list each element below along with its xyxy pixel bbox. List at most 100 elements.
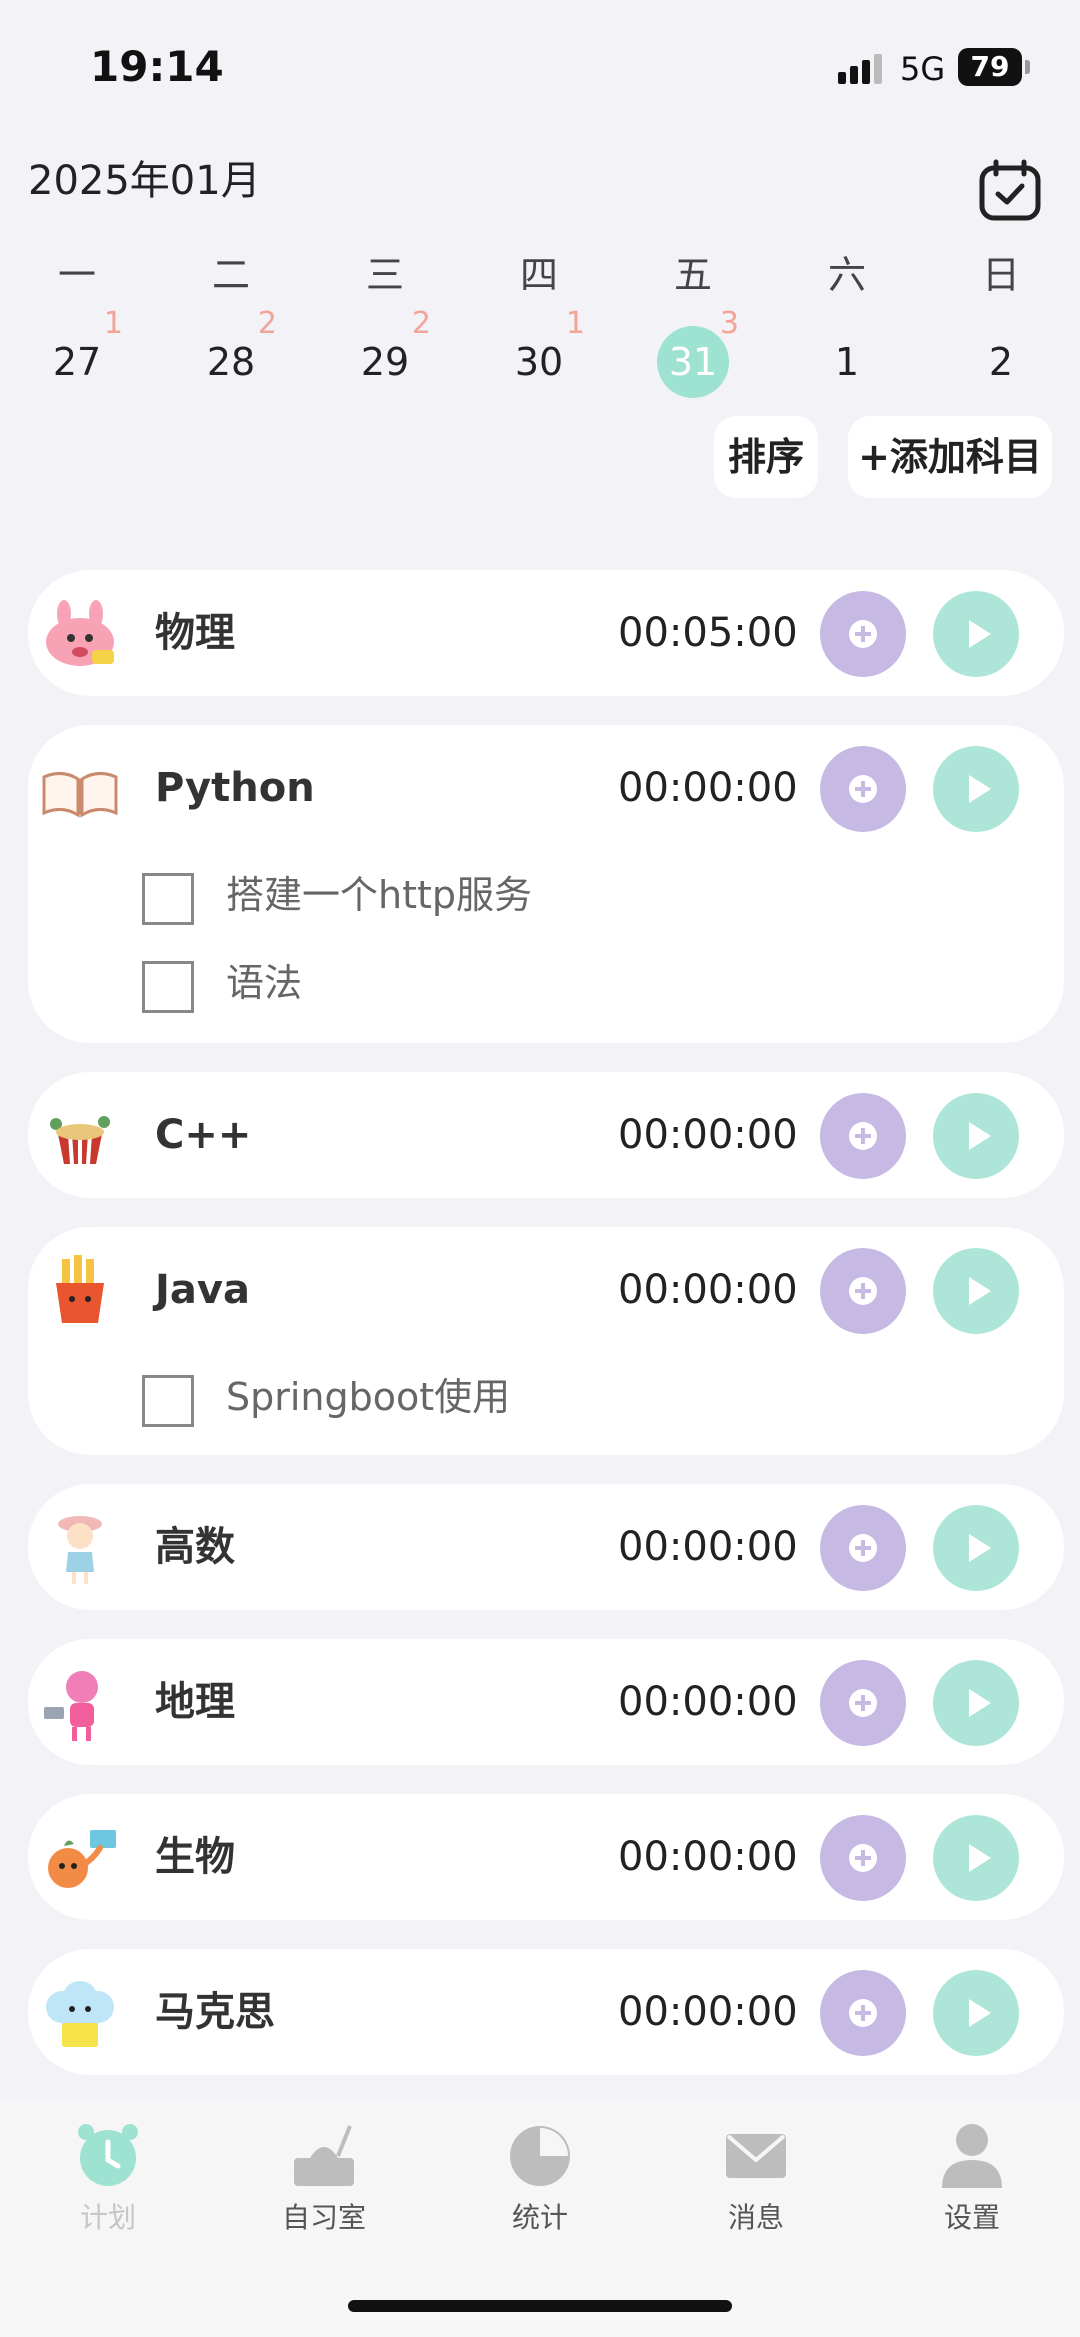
add-task-button[interactable] — [820, 591, 906, 677]
sort-button[interactable]: 排序 — [714, 416, 818, 498]
subject-card[interactable]: 马克思 00:00:00 — [28, 1949, 1064, 2075]
subject-card[interactable]: Java 00:00:00 Springboot使用 — [28, 1227, 1064, 1455]
status-bar: 19:14 5G 79 — [0, 0, 1080, 130]
weekday-label: 日 — [981, 253, 1020, 297]
weekday-label: 三 — [365, 253, 404, 297]
open-book-icon — [38, 753, 122, 829]
home-indicator — [348, 2300, 732, 2312]
date-number: 27 — [52, 340, 102, 384]
month-title[interactable]: 2025年01月 — [28, 148, 261, 206]
person-icon — [942, 2124, 1002, 2188]
desk-icon — [294, 2125, 354, 2186]
add-subject-button[interactable]: +添加科目 — [848, 416, 1052, 498]
subject-name: 马克思 — [155, 1989, 275, 2035]
task-text: 搭建一个http服务 — [226, 873, 533, 917]
nav-item-study-room[interactable]: 自习室 — [264, 2120, 384, 2236]
nav-label: 统计 — [511, 2201, 568, 2234]
task-item[interactable]: 语法 — [28, 939, 1064, 1027]
subject-card[interactable]: C++ 00:00:00 — [28, 1072, 1064, 1198]
play-button[interactable] — [933, 1815, 1019, 1901]
add-task-button[interactable] — [820, 1505, 906, 1591]
date-number: 29 — [360, 340, 410, 384]
weekday-label: 一 — [57, 253, 96, 297]
play-button[interactable] — [933, 1970, 1019, 2056]
play-button[interactable] — [933, 1660, 1019, 1746]
calendar-check-icon[interactable] — [978, 158, 1042, 222]
plus-icon — [849, 1844, 877, 1872]
task-count-badge: 1 — [565, 306, 585, 341]
date-cell[interactable]: 2 — [961, 322, 1041, 402]
play-button[interactable] — [933, 591, 1019, 677]
date-cell[interactable]: 1 — [807, 322, 887, 402]
subject-timer: 00:00:00 — [618, 1834, 798, 1880]
subject-card[interactable]: 物理 00:05:00 — [28, 570, 1064, 696]
nav-label: 自习室 — [281, 2201, 366, 2234]
task-checkbox[interactable] — [142, 1375, 194, 1427]
date-cell-selected[interactable]: 31 3 — [653, 308, 739, 402]
subject-timer: 00:00:00 — [618, 1267, 798, 1313]
date-number: 2 — [988, 340, 1014, 384]
subject-card[interactable]: 生物 00:00:00 — [28, 1794, 1064, 1920]
subject-card[interactable]: 地理 00:00:00 — [28, 1639, 1064, 1765]
task-checkbox[interactable] — [142, 961, 194, 1013]
date-cell[interactable]: 28 2 — [191, 308, 277, 402]
battery-tip — [1025, 60, 1030, 74]
play-button[interactable] — [933, 1248, 1019, 1334]
subject-timer: 00:00:00 — [618, 1679, 798, 1725]
noodle-bowl-sticker — [38, 1100, 122, 1176]
nav-item-settings[interactable]: 设置 — [912, 2120, 1032, 2236]
pie-chart-icon — [510, 2126, 570, 2186]
add-task-button[interactable] — [820, 1970, 906, 2056]
plus-icon — [849, 1999, 877, 2027]
play-button[interactable] — [933, 746, 1019, 832]
play-button[interactable] — [933, 1505, 1019, 1591]
subject-timer: 00:00:00 — [618, 1989, 798, 2035]
subject-name: Java — [155, 1267, 250, 1313]
subject-name: 生物 — [155, 1834, 235, 1880]
signal-icon — [838, 52, 886, 84]
cloud-reading-sticker — [38, 1977, 122, 2053]
nav-item-messages[interactable]: 消息 — [696, 2120, 816, 2236]
add-task-button[interactable] — [820, 746, 906, 832]
girl-sticker — [38, 1512, 122, 1588]
date-cell[interactable]: 30 1 — [499, 308, 585, 402]
task-text: Springboot使用 — [226, 1375, 511, 1419]
plus-icon — [849, 1689, 877, 1717]
task-item[interactable]: 搭建一个http服务 — [28, 851, 1064, 939]
plus-icon — [849, 1122, 877, 1150]
envelope-icon — [726, 2134, 786, 2178]
date-number: 28 — [206, 340, 256, 384]
plus-icon — [849, 620, 877, 648]
task-count-badge: 3 — [719, 306, 739, 341]
nav-label: 计划 — [79, 2201, 136, 2234]
task-text: 语法 — [226, 961, 303, 1005]
task-checkbox[interactable] — [142, 873, 194, 925]
add-task-button[interactable] — [820, 1660, 906, 1746]
subject-name: Python — [155, 765, 315, 811]
weekday-label: 六 — [827, 253, 866, 297]
subject-card[interactable]: 高数 00:00:00 — [28, 1484, 1064, 1610]
play-button[interactable] — [933, 1093, 1019, 1179]
network-label: 5G — [900, 50, 946, 88]
nav-item-plan[interactable]: 计划 — [48, 2120, 168, 2236]
subject-name: 高数 — [155, 1524, 235, 1570]
date-number: 1 — [834, 340, 860, 384]
plus-icon — [849, 1277, 877, 1305]
status-time: 19:14 — [90, 42, 224, 91]
date-cell[interactable]: 27 1 — [37, 308, 123, 402]
add-task-button[interactable] — [820, 1093, 906, 1179]
date-cell[interactable]: 29 2 — [345, 308, 431, 402]
task-item[interactable]: Springboot使用 — [28, 1353, 1064, 1441]
nav-label: 设置 — [943, 2201, 1000, 2234]
pink-monster-sticker — [38, 598, 122, 674]
subject-timer: 00:00:00 — [618, 765, 798, 811]
nav-item-stats[interactable]: 统计 — [480, 2120, 600, 2236]
add-task-button[interactable] — [820, 1248, 906, 1334]
date-number: 30 — [514, 340, 564, 384]
subject-timer: 00:05:00 — [618, 610, 798, 656]
add-task-button[interactable] — [820, 1815, 906, 1901]
subject-timer: 00:00:00 — [618, 1524, 798, 1570]
subject-name: C++ — [155, 1112, 252, 1158]
subject-card[interactable]: Python 00:00:00 搭建一个http服务 语法 — [28, 725, 1064, 1043]
nav-label: 消息 — [727, 2201, 784, 2234]
